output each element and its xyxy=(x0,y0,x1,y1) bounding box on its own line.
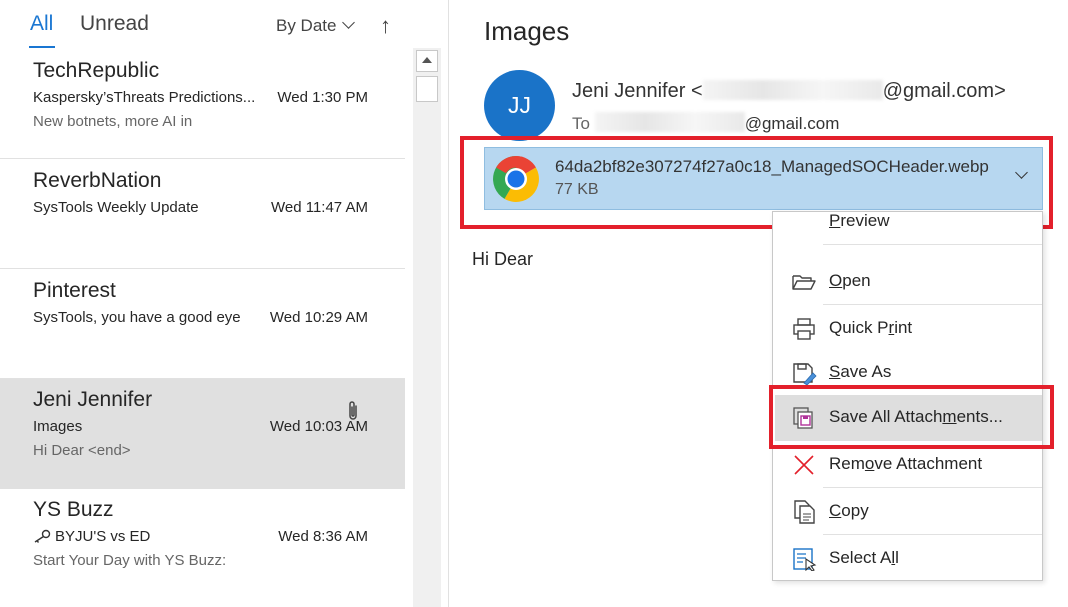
menu-separator xyxy=(823,487,1042,488)
recipient-email-domain: @gmail.com xyxy=(744,114,840,133)
message-time: Wed 10:29 AM xyxy=(269,309,368,326)
message-item[interactable]: Pinterest SysTools, you have a good eye … xyxy=(0,270,405,379)
open-folder-icon xyxy=(792,275,816,290)
sender-email-domain: @gmail.com> xyxy=(882,80,1006,102)
message-time: Wed 8:36 AM xyxy=(278,528,368,545)
message-list-scrollbar[interactable] xyxy=(413,48,441,607)
scroll-up-arrow-icon[interactable] xyxy=(416,50,438,72)
menu-item-label: Remove Attachment xyxy=(829,454,983,473)
menu-item-label: Open xyxy=(829,271,871,290)
message-sender: ReverbNation xyxy=(33,169,162,192)
message-preview: New botnets, more AI in xyxy=(33,113,193,130)
message-time: Wed 11:47 AM xyxy=(270,199,368,216)
menu-item-open[interactable]: Open xyxy=(773,259,1042,305)
message-subject: Images xyxy=(33,418,83,435)
menu-item-copy[interactable]: Copy xyxy=(773,489,1042,535)
message-time: Wed 10:03 AM xyxy=(269,418,368,435)
close-icon xyxy=(794,455,814,475)
menu-item-label: Select All xyxy=(829,548,899,567)
redacted-text xyxy=(594,112,745,132)
tab-unread[interactable]: Unread xyxy=(80,12,149,36)
sort-by-button[interactable]: By Date xyxy=(276,16,356,36)
message-subject-text: BYJU'S vs ED xyxy=(55,528,151,545)
message-item[interactable]: TechRepublic Kaspersky’sThreats Predicti… xyxy=(0,50,405,159)
message-preview: Start Your Day with YS Buzz: xyxy=(33,552,227,569)
menu-item-label: Copy xyxy=(829,501,869,520)
sender-name: Jeni Jennifer < xyxy=(572,80,703,102)
menu-item-select-all[interactable]: Select All xyxy=(773,536,1042,580)
sort-label: By Date xyxy=(276,16,337,35)
printer-icon xyxy=(793,318,815,340)
message-subject: BYJU'S vs ED xyxy=(33,528,150,545)
tab-all[interactable]: All xyxy=(30,12,53,36)
menu-item-label: Quick Print xyxy=(829,318,913,337)
key-icon xyxy=(34,529,51,543)
message-list-pane: All Unread By Date ↑ TechRepublic Kasper… xyxy=(0,0,406,607)
save-all-highlight-box xyxy=(769,385,1054,449)
to-label: To xyxy=(572,114,590,133)
message-subject-title: Images xyxy=(484,16,570,46)
scrollbar-thumb[interactable] xyxy=(416,76,438,102)
redacted-text xyxy=(702,80,883,100)
pane-divider xyxy=(448,0,449,607)
message-item[interactable]: ReverbNation SysTools Weekly Update Wed … xyxy=(0,160,405,269)
select-all-icon xyxy=(793,548,817,571)
sender-line[interactable]: Jeni Jennifer < @gmail.com> xyxy=(572,80,1006,103)
message-sender: YS Buzz xyxy=(33,498,114,521)
menu-separator xyxy=(823,244,1042,245)
message-subject: SysTools, you have a good eye xyxy=(33,309,241,326)
menu-item-preview[interactable]: Preview xyxy=(773,211,1042,245)
message-sender: Pinterest xyxy=(33,279,116,302)
message-preview: Hi Dear <end> xyxy=(33,442,131,459)
copy-icon xyxy=(794,500,815,524)
message-sender: TechRepublic xyxy=(33,59,160,82)
message-item[interactable]: YS Buzz BYJU'S vs ED Wed 8:36 AM Start Y… xyxy=(0,489,405,598)
save-as-icon xyxy=(793,363,817,385)
menu-separator xyxy=(823,534,1042,535)
recipient-line: To @gmail.com xyxy=(572,112,839,134)
message-body: Hi Dear xyxy=(472,249,534,269)
message-item-selected[interactable]: Jeni Jennifer Images Wed 10:03 AM Hi Dea… xyxy=(0,379,405,489)
tab-all-underline xyxy=(29,46,55,48)
sender-avatar[interactable]: JJ xyxy=(484,70,555,141)
menu-item-quick-print[interactable]: Quick Print xyxy=(773,306,1042,352)
menu-item-label: Save As xyxy=(829,362,892,381)
message-time: Wed 1:30 PM xyxy=(277,89,368,106)
menu-item-label: Preview xyxy=(829,211,890,230)
message-subject: Kaspersky’sThreats Predictions... xyxy=(33,89,256,106)
menu-separator xyxy=(823,304,1042,305)
sort-direction-arrow-icon[interactable]: ↑ xyxy=(380,13,391,39)
message-sender: Jeni Jennifer xyxy=(33,388,153,411)
chevron-down-icon xyxy=(342,16,356,29)
message-subject: SysTools Weekly Update xyxy=(33,199,199,216)
